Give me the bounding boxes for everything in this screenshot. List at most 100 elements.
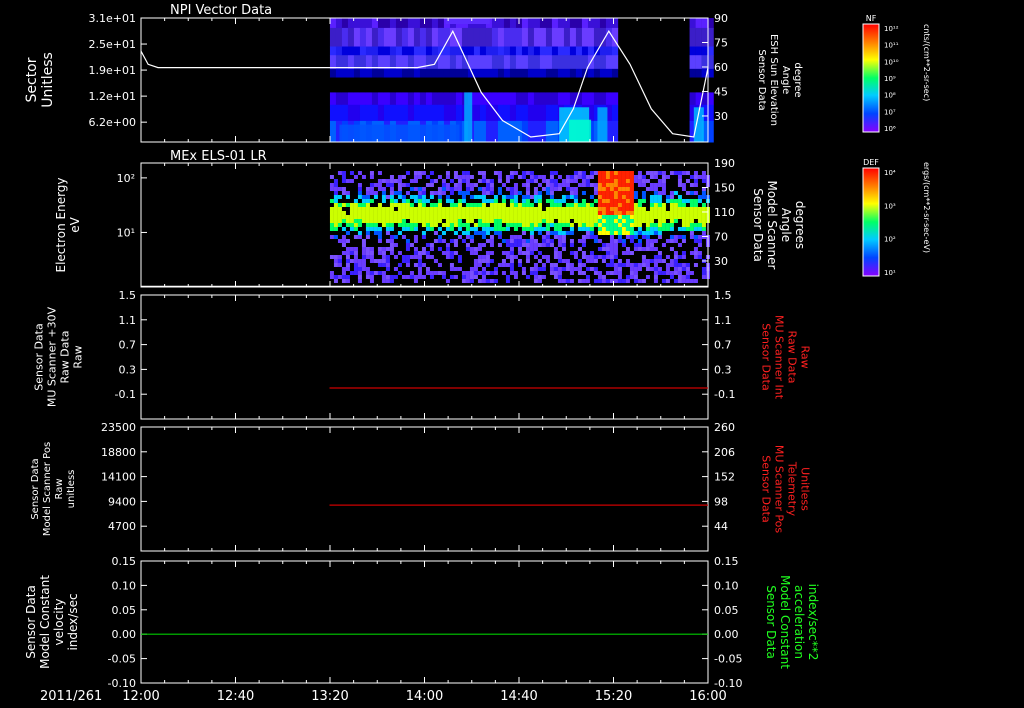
- right-tick-label: 30: [714, 255, 728, 268]
- right-axis-label-p1: Sensor Data ESH Sun Elevation Angle degree: [756, 34, 803, 126]
- colorbar-tick-label: 10⁶: [884, 125, 896, 133]
- svg-text:degrees: degrees: [793, 201, 807, 249]
- left-tick-label: 1.1: [119, 314, 137, 327]
- colorbar-def-unit: ergs/(cm**2-sr-sec-eV): [922, 162, 931, 253]
- right-axis-label-p2: Sensor Data Model Scanner Angle degrees: [751, 181, 807, 270]
- svg-text:Sensor Data: Sensor Data: [24, 585, 38, 659]
- right-tick-label: 44: [714, 520, 728, 533]
- left-axis-label-p5: Sensor Data Model Constant velocity index/s…: [24, 575, 80, 669]
- left-axis-label-p1: Sector Unitless: [24, 52, 56, 108]
- left-tick-label: 23500: [101, 421, 136, 434]
- left-tick-label: -0.1: [115, 388, 136, 401]
- left-tick-label: 6.2e+00: [89, 116, 136, 129]
- left-tick-label: 9400: [108, 495, 136, 508]
- left-tick-label: 1.2e+01: [89, 90, 136, 103]
- right-tick-label: 260: [714, 421, 735, 434]
- right-tick-label: 190: [714, 157, 735, 170]
- right-tick-label: -0.1: [714, 388, 735, 401]
- colorbar-tick-label: 10³: [884, 202, 896, 210]
- right-tick-label: 70: [714, 230, 728, 243]
- svg-text:Sensor Data: Sensor Data: [764, 585, 778, 659]
- svg-text:eV: eV: [68, 216, 82, 232]
- left-tick-label: 2.5e+01: [89, 38, 136, 51]
- left-tick-label: 0.10: [112, 579, 137, 592]
- right-tick-label: 90: [714, 12, 728, 25]
- right-tick-label: 1.5: [714, 289, 732, 302]
- left-tick-label: 10²: [117, 172, 135, 185]
- svg-text:index/sec**2: index/sec**2: [806, 584, 820, 661]
- colorbar-tick-label: 10¹: [884, 269, 896, 277]
- left-tick-label: 10¹: [117, 226, 135, 239]
- right-tick-label: 0.10: [714, 579, 739, 592]
- right-tick-label: 60: [714, 61, 728, 74]
- svg-text:Unitless: Unitless: [40, 52, 56, 108]
- colorbar-def: DEF 10⁴ 10³ 10² 10¹ ergs/(cm**2-sr-sec-eV): [862, 158, 931, 277]
- date-label: 2011/261: [40, 689, 102, 704]
- colorbar-def-scale: [862, 167, 880, 277]
- time-tick-label: 16:00: [689, 689, 726, 704]
- right-tick-label: 0.05: [714, 604, 739, 617]
- svg-text:Telemetry: Telemetry: [786, 461, 799, 517]
- svg-text:Sensor Data: Sensor Data: [751, 188, 765, 262]
- right-axis-label-p3: Sensor Data MU Scanner Int Raw Data Raw: [760, 315, 812, 400]
- colorbar-tick-label: 10¹⁰: [884, 58, 899, 66]
- mu-volt-frame: [140, 294, 709, 420]
- model-const-frame: [140, 560, 709, 684]
- svg-text:Model Constant: Model Constant: [778, 575, 792, 669]
- colorbar-tick-label: 10⁸: [884, 92, 896, 100]
- left-tick-label: 0.05: [112, 604, 137, 617]
- left-tick-label: 14100: [101, 471, 136, 484]
- svg-text:Raw: Raw: [54, 478, 65, 499]
- figure-canvas: NPI Vector Data MEx ELS-01 LR 3.1e+01 2.5…: [24, 3, 931, 704]
- svg-text:Model Scanner: Model Scanner: [765, 181, 779, 270]
- svg-text:Model Scanner Pos: Model Scanner Pos: [42, 442, 53, 536]
- left-axis-label-p3: Sensor Data MU Scanner +30V Raw Data Raw: [33, 306, 85, 407]
- time-tick-label: 12:40: [217, 689, 254, 704]
- left-tick-label: 0.00: [112, 628, 137, 641]
- left-tick-label: 0.7: [119, 339, 137, 352]
- right-tick-label: 206: [714, 446, 735, 459]
- svg-text:unitless: unitless: [66, 470, 77, 509]
- svg-text:Raw: Raw: [799, 345, 812, 368]
- right-tick-label: 110: [714, 206, 735, 219]
- svg-text:Sensor Data: Sensor Data: [33, 323, 46, 390]
- left-tick-label: 0.15: [112, 555, 137, 568]
- svg-text:Angle: Angle: [779, 208, 793, 242]
- panel1-title: NPI Vector Data: [170, 3, 272, 18]
- left-tick-label: 3.1e+01: [89, 12, 136, 25]
- right-tick-label: 98: [714, 495, 728, 508]
- svg-text:Raw: Raw: [72, 345, 85, 368]
- left-tick-label: -0.05: [108, 653, 136, 666]
- right-axis-label-p4: Sensor Data MU Scanner Pos Telemetry Unitle…: [760, 445, 812, 534]
- left-tick-label: 1.5: [119, 289, 137, 302]
- left-tick-label: 1.9e+01: [89, 64, 136, 77]
- colorbar-nf-scale: [862, 23, 880, 133]
- svg-text:MU Scanner Int: MU Scanner Int: [773, 315, 786, 400]
- right-tick-label: 0.15: [714, 555, 739, 568]
- svg-text:Sensor Data: Sensor Data: [760, 323, 773, 390]
- svg-text:degree: degree: [792, 62, 803, 97]
- colorbar-tick-label: 10⁴: [884, 169, 896, 177]
- svg-text:ESH Sun Elevation: ESH Sun Elevation: [768, 34, 779, 126]
- svg-text:Electron Energy: Electron Energy: [54, 177, 68, 272]
- colorbar-tick-label: 10⁷: [884, 108, 896, 116]
- left-tick-label: 4700: [108, 520, 136, 533]
- svg-text:Angle: Angle: [780, 66, 791, 94]
- svg-text:Sensor Data: Sensor Data: [756, 49, 767, 110]
- right-tick-label: 0.3: [714, 363, 732, 376]
- colorbar-nf: NF 10¹² 10¹¹ 10¹⁰ 10⁹ 10⁸ 10⁷ 10⁶ cnts/(cm**2-…: [862, 14, 931, 133]
- time-tick-label: 12:00: [122, 689, 159, 704]
- colorbar-nf-tag: NF: [866, 14, 877, 23]
- svg-text:velocity: velocity: [52, 599, 66, 646]
- right-tick-label: 45: [714, 85, 728, 98]
- svg-text:Sensor Data: Sensor Data: [760, 455, 773, 522]
- colorbar-def-ticks: 10⁴ 10³ 10² 10¹: [884, 169, 896, 277]
- scanner-pos-frame: [140, 426, 709, 552]
- svg-text:acceleration: acceleration: [792, 585, 806, 659]
- colorbar-tick-label: 10⁹: [884, 75, 896, 83]
- right-tick-label: 150: [714, 181, 735, 194]
- right-tick-label: -0.05: [714, 653, 742, 666]
- colorbar-tick-label: 10²: [884, 236, 896, 244]
- colorbar-nf-ticks: 10¹² 10¹¹ 10¹⁰ 10⁹ 10⁸ 10⁷ 10⁶: [884, 25, 899, 133]
- right-tick-label: 75: [714, 36, 728, 49]
